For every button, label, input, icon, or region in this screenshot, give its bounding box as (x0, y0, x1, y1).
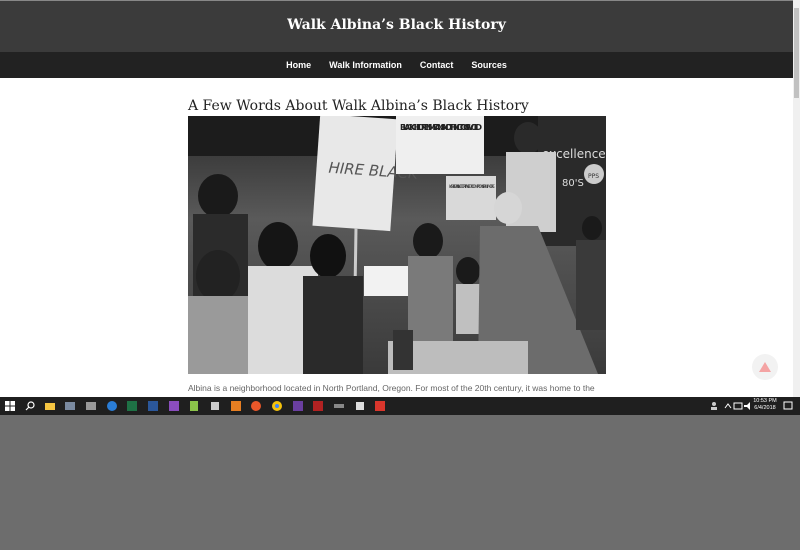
site-title[interactable]: Walk Albina’s Black History (0, 17, 793, 33)
tray-clock[interactable]: 10:53 PM 6/4/2018 (752, 398, 778, 412)
scrollbar-thumb[interactable] (794, 8, 799, 98)
app-icon-3[interactable] (168, 400, 180, 412)
app-icon-5[interactable] (230, 400, 242, 412)
nav-contact[interactable]: Contact (411, 60, 463, 70)
people-icon[interactable] (708, 400, 720, 412)
banner-badge: PPS (588, 173, 599, 180)
taskbar: 10:53 PM 6/4/2018 (0, 397, 800, 415)
banner-year: 80'S (562, 178, 584, 189)
firefox-icon[interactable] (250, 400, 262, 412)
search-icon[interactable] (24, 400, 36, 412)
windows-start-icon[interactable] (4, 400, 16, 412)
file-explorer-icon[interactable] (44, 400, 56, 412)
article-intro: Albina is a neighborhood located in Nort… (188, 383, 595, 393)
article-title: A Few Words About Walk Albina’s Black Hi… (188, 98, 529, 114)
word-icon[interactable] (147, 400, 159, 412)
hero-image: excellence 80'S PPS HIRE BLACK BLACK CHI… (188, 116, 606, 374)
screen: Walk Albina’s Black History Home Walk In… (0, 0, 800, 550)
filezilla-icon[interactable] (312, 400, 324, 412)
notifications-icon[interactable] (782, 400, 794, 412)
site-header: Walk Albina’s Black History (0, 0, 793, 52)
nav-sources[interactable]: Sources (462, 60, 516, 70)
clock-date: 6/4/2018 (754, 405, 776, 411)
sign-compromise: KARRIGAN IS NOT OPT TAKE FOR COMPROMISE … (449, 184, 495, 190)
notepad-icon[interactable] (188, 400, 200, 412)
app-icon-6[interactable] (292, 400, 304, 412)
edge-icon[interactable] (106, 400, 118, 412)
browser-viewport: Walk Albina’s Black History Home Walk In… (0, 0, 800, 397)
main-nav: Home Walk Information Contact Sources (0, 52, 793, 78)
app-icon-4[interactable] (209, 400, 221, 412)
excel-icon[interactable] (126, 400, 138, 412)
app-icon-7[interactable] (333, 400, 345, 412)
nav-home[interactable]: Home (277, 60, 320, 70)
app-icon-1[interactable] (64, 400, 76, 412)
back-to-top-button[interactable] (752, 354, 778, 380)
sign-black-children: BLACK CHILDREN MEANS NOTHING TO GISVOLD (400, 123, 482, 132)
main-content: A Few Words About Walk Albina’s Black Hi… (188, 78, 606, 393)
app-icon-8[interactable] (354, 400, 366, 412)
clock-time: 10:53 PM (753, 398, 777, 404)
acrobat-icon[interactable] (374, 400, 386, 412)
app-icon-2[interactable] (85, 400, 97, 412)
arrow-up-icon (759, 362, 771, 372)
nav-walk-information[interactable]: Walk Information (320, 60, 411, 70)
page-scrollbar[interactable] (793, 0, 800, 397)
chrome-icon[interactable] (271, 400, 283, 412)
